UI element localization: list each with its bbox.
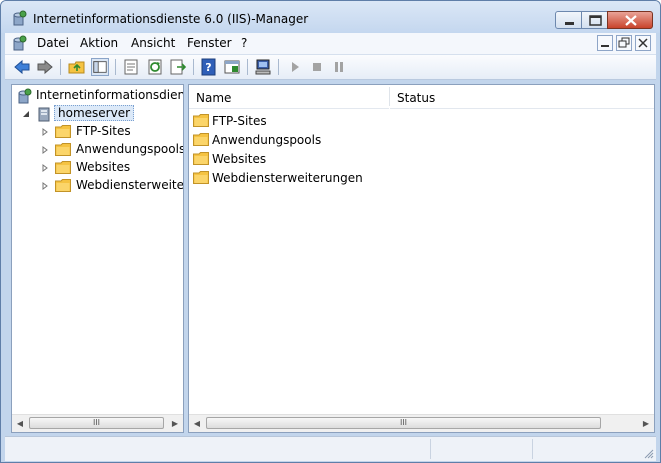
tree-root-label: Internetinformationsdienste (36, 88, 183, 102)
tree-item-label: Websites (76, 160, 131, 174)
column-header-label: Status (397, 91, 436, 105)
svg-text:?: ? (205, 61, 211, 74)
toolbar: ? (5, 55, 656, 80)
folder-icon (193, 114, 209, 127)
forward-arrow-icon[interactable] (36, 58, 54, 76)
scrollbar-grip: III (399, 418, 408, 427)
scroll-left-arrow-icon[interactable]: ◀ (12, 415, 28, 432)
folder-icon (193, 171, 209, 184)
list-item-ftp-sites[interactable]: FTP-Sites (193, 112, 393, 130)
result-list-pane[interactable]: Name Status FTP-Sites Anwendungspools We… (188, 84, 655, 433)
tree-item-websites[interactable]: Websites (40, 159, 183, 176)
menu-ansicht[interactable]: Ansicht (131, 36, 175, 50)
play-icon[interactable] (286, 58, 304, 76)
restore-icon (618, 37, 630, 48)
status-bar (5, 436, 656, 461)
window-title: Internetinformationsdienste 6.0 (IIS)-Ma… (33, 12, 309, 26)
list-item-anwendungspools[interactable]: Anwendungspools (193, 131, 393, 149)
up-one-level-icon[interactable] (68, 58, 86, 76)
refresh-icon[interactable] (146, 58, 164, 76)
folder-icon (55, 125, 71, 138)
folder-icon (55, 161, 71, 174)
collapsed-triangle-icon[interactable] (41, 182, 49, 190)
title-bar[interactable]: Internetinformationsdienste 6.0 (IIS)-Ma… (1, 1, 660, 33)
folder-icon (193, 133, 209, 146)
scroll-left-arrow-icon[interactable]: ◀ (189, 415, 205, 432)
back-arrow-icon[interactable] (13, 58, 31, 76)
list-item-label: FTP-Sites (212, 114, 267, 128)
toolbar-separator (115, 59, 116, 75)
list-item-label: Websites (212, 152, 267, 166)
console-view-icon[interactable] (223, 58, 241, 76)
iis-root-icon (18, 88, 32, 104)
tree-server[interactable]: homeserver (20, 105, 180, 122)
iis-app-icon (13, 10, 27, 26)
menu-bar: Datei Aktion Ansicht Fenster ? (5, 33, 656, 55)
close-button[interactable] (607, 11, 653, 29)
pause-icon[interactable] (330, 58, 348, 76)
properties-icon[interactable] (122, 58, 140, 76)
minimize-icon (565, 22, 574, 25)
maximize-button[interactable] (581, 11, 608, 29)
expanded-triangle-icon[interactable] (22, 110, 30, 118)
scrollbar-thumb[interactable]: III (206, 417, 601, 429)
tree-root[interactable]: Internetinformationsdienste (16, 87, 183, 104)
tree-item-ftp-sites[interactable]: FTP-Sites (40, 123, 183, 140)
column-header-name[interactable]: Name (189, 85, 389, 109)
list-item-webdiensterweiterungen[interactable]: Webdiensterweiterungen (193, 169, 393, 187)
toolbar-separator (278, 59, 279, 75)
maximize-icon (589, 15, 602, 26)
menu-fenster[interactable]: Fenster (187, 36, 232, 50)
collapsed-triangle-icon[interactable] (41, 146, 49, 154)
tree-item-label: FTP-Sites (76, 124, 131, 138)
show-hide-console-tree-icon[interactable] (91, 58, 109, 76)
console-tree-pane[interactable]: Internetinformationsdienste homeserver F… (11, 84, 184, 433)
mmc-document-icon[interactable] (11, 35, 27, 51)
tree-item-label: Anwendungspools (76, 142, 184, 156)
resize-grip-icon[interactable] (642, 447, 654, 459)
help-icon[interactable]: ? (200, 58, 218, 76)
menu-datei[interactable]: Datei (37, 36, 69, 50)
status-segment (430, 439, 531, 459)
toolbar-separator (60, 59, 61, 75)
toolbar-separator (193, 59, 194, 75)
folder-icon (55, 143, 71, 156)
column-header-label: Name (196, 91, 232, 105)
mdi-close-button[interactable] (635, 35, 651, 51)
collapsed-triangle-icon[interactable] (41, 164, 49, 172)
column-header-status[interactable]: Status (390, 85, 654, 109)
status-segment (532, 439, 653, 459)
folder-icon (193, 152, 209, 165)
list-item-label: Anwendungspools (212, 133, 322, 147)
server-icon (38, 107, 50, 122)
iis-manager-window: Internetinformationsdienste 6.0 (IIS)-Ma… (0, 0, 661, 463)
stop-icon[interactable] (308, 58, 326, 76)
folder-icon (55, 179, 71, 192)
scroll-right-arrow-icon[interactable]: ▶ (638, 415, 654, 432)
list-item-label: Webdiensterweiterungen (212, 171, 363, 185)
export-list-icon[interactable] (169, 58, 187, 76)
minimize-button[interactable] (555, 11, 582, 29)
tree-item-label: Webdiensterweiterungen (76, 178, 184, 192)
collapsed-triangle-icon[interactable] (41, 128, 49, 136)
mdi-minimize-button[interactable] (597, 35, 613, 51)
close-icon (625, 15, 637, 26)
list-item-websites[interactable]: Websites (193, 150, 393, 168)
tree-server-label: homeserver (54, 105, 135, 121)
tree-item-anwendungspools[interactable]: Anwendungspools (40, 141, 184, 158)
scroll-right-arrow-icon[interactable]: ▶ (167, 415, 183, 432)
mdi-restore-button[interactable] (616, 35, 632, 51)
scrollbar-grip: III (92, 418, 101, 427)
close-icon (638, 38, 648, 48)
list-horizontal-scrollbar[interactable]: ◀ III ▶ (189, 414, 654, 432)
toolbar-separator (247, 59, 248, 75)
menu-aktion[interactable]: Aktion (80, 36, 118, 50)
minimize-icon (601, 45, 609, 47)
computer-icon[interactable] (254, 58, 272, 76)
scrollbar-thumb[interactable]: III (29, 417, 164, 429)
tree-item-webdiensterweiterungen[interactable]: Webdiensterweiterungen (40, 177, 184, 194)
menu-help[interactable]: ? (241, 36, 247, 50)
tree-horizontal-scrollbar[interactable]: ◀ III ▶ (12, 414, 183, 432)
